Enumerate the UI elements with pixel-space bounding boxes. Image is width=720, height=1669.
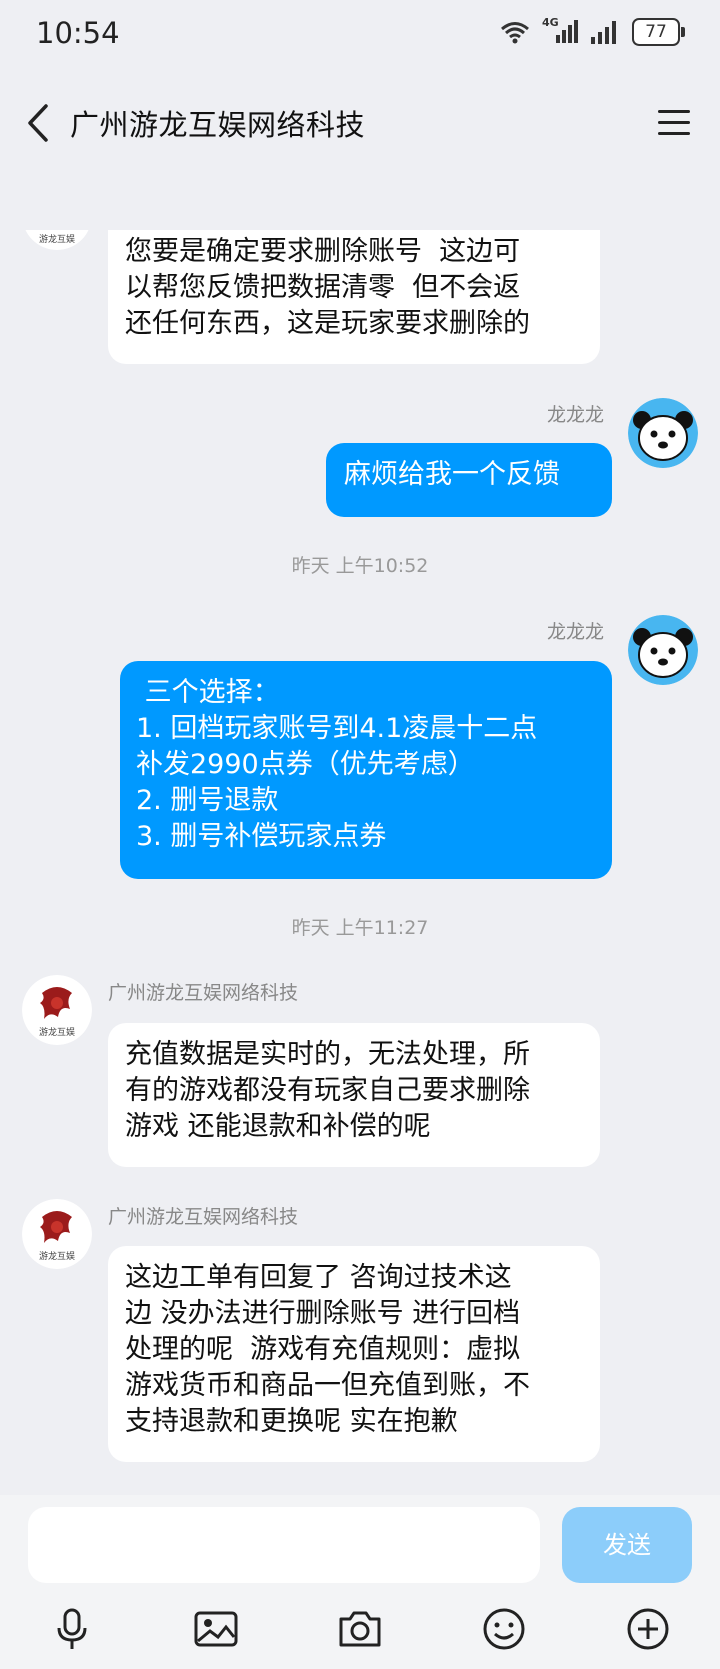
chat-title[interactable]: 广州游龙互娱网络科技: [70, 102, 365, 144]
sender-name-company: 广州游龙互娱网络科技: [108, 1206, 299, 1228]
svg-text:游龙互娱: 游龙互娱: [39, 1026, 75, 1038]
cellular-4g-icon: 4G: [542, 16, 578, 45]
svg-text:游龙互娱: 游龙互娱: [39, 233, 75, 245]
message-bubble-me: 三个选择： 1. 回档玩家账号到4.1凌晨十二点 补发2990点券（优先考虑） …: [120, 661, 612, 879]
send-button[interactable]: 发送: [562, 1507, 692, 1583]
sender-name-company: 广州游龙互娱网络科技: [108, 982, 299, 1004]
image-icon[interactable]: [192, 1605, 240, 1653]
status-bar: 10:54 4G 77: [0, 0, 720, 70]
scroll-clip: [0, 166, 720, 230]
emoji-icon[interactable]: [480, 1605, 528, 1653]
svg-text:游龙互娱: 游龙互娱: [39, 1250, 75, 1262]
message-bubble-company: 充值数据是实时的，无法处理，所 有的游戏都没有玩家自己要求删除 游戏 还能退款和…: [108, 1023, 600, 1167]
sender-name-me: 龙龙龙: [546, 621, 604, 643]
input-bar: 发送: [0, 1495, 720, 1669]
message-bubble-me: 麻烦给我一个反馈: [326, 443, 612, 517]
battery-indicator: 77: [632, 18, 685, 46]
timestamp: 昨天 上午11:27: [291, 917, 429, 939]
menu-icon[interactable]: [656, 104, 692, 140]
message-input[interactable]: [28, 1507, 540, 1583]
plus-icon[interactable]: [624, 1605, 672, 1653]
timestamp: 昨天 上午10:52: [291, 555, 429, 577]
status-icons: 4G 77: [500, 16, 685, 46]
mic-icon[interactable]: [48, 1605, 96, 1653]
message-bubble-company: 您要是确定要求删除账号 这边可 以帮您反馈把数据清零 但不会返 还任何东西，这是…: [108, 222, 600, 364]
user-avatar[interactable]: [628, 615, 698, 685]
user-avatar[interactable]: [628, 398, 698, 468]
company-avatar[interactable]: 游龙互娱: [22, 975, 92, 1045]
sender-name-me: 龙龙龙: [546, 404, 604, 426]
signal-icon: [591, 21, 616, 44]
message-bubble-company: 这边工单有回复了 咨询过技术这 边 没办法进行删除账号 进行回档 处理的呢 游戏…: [108, 1246, 600, 1462]
camera-icon[interactable]: [336, 1605, 384, 1653]
wifi-icon: [501, 22, 529, 44]
company-avatar[interactable]: 游龙互娱: [22, 1199, 92, 1269]
status-time: 10:54: [36, 16, 120, 50]
chat-header: 广州游龙互娱网络科技: [0, 80, 720, 166]
back-arrow-icon[interactable]: [20, 100, 60, 146]
